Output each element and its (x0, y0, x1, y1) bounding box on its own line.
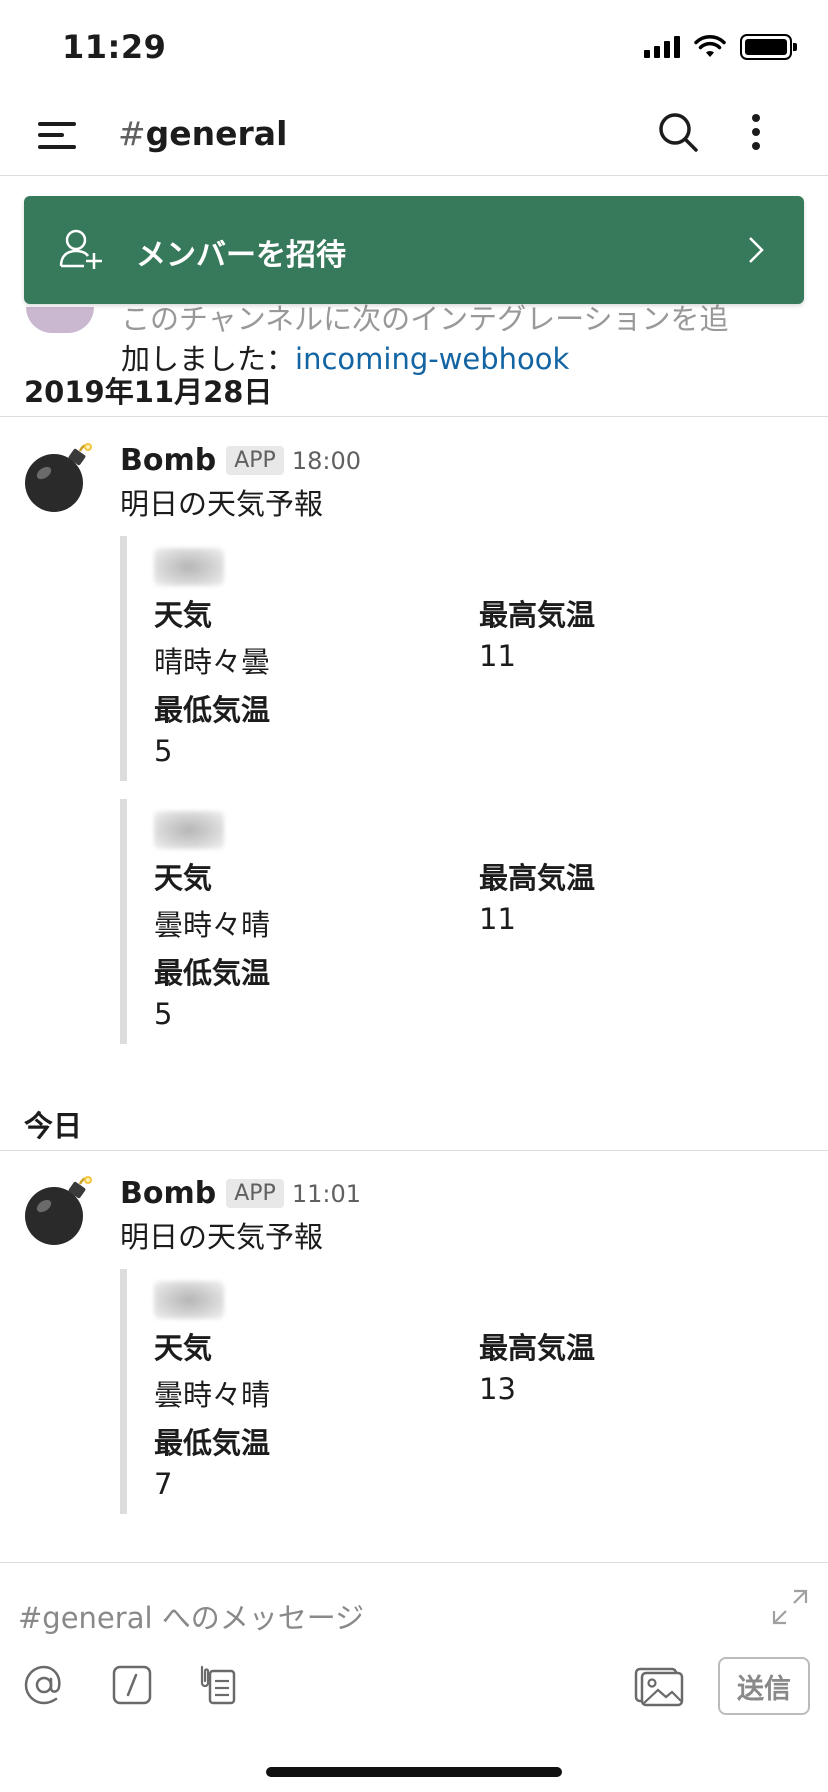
weather-attachment: 天気 最高気温 曇時々晴 11 最低気温 5 (120, 799, 800, 1044)
field-title: 最低気温 (154, 693, 271, 727)
message-time: 18:00 (291, 446, 361, 475)
app-badge: APP (226, 1179, 284, 1208)
slash-command-icon[interactable] (110, 1663, 154, 1707)
field-title: 最低気温 (154, 956, 271, 990)
message: Bomb APP 18:00 明日の天気予報 天気 最高気温 晴時々曇 11 最… (0, 441, 828, 1044)
weather-attachment: 天気 最高気温 晴時々曇 11 最低気温 5 (120, 536, 800, 781)
date-divider: 2019年11月28日 (0, 369, 828, 417)
photo-icon[interactable] (634, 1663, 684, 1707)
avatar (26, 307, 94, 333)
field-title: 最低気温 (154, 1426, 271, 1460)
field-title: 天気 (154, 861, 213, 895)
search-icon[interactable] (656, 110, 700, 154)
date-divider: 今日 (0, 1103, 828, 1151)
field-value: 5 (154, 997, 173, 1031)
message-input[interactable]: #general へのメッセージ (18, 1595, 364, 1637)
field-title: 最高気温 (479, 861, 596, 895)
integration-text: このチャンネルに次のインテグレーションを追 加しました：incoming-web… (121, 299, 821, 379)
field-value: 曇時々晴 (154, 1378, 271, 1412)
field-title: 天気 (154, 1331, 213, 1365)
wifi-icon (694, 35, 726, 57)
message-composer: #general へのメッセージ 送信 (0, 1562, 828, 1792)
message-feed[interactable]: メンバーを招待 このチャンネルに次のインテグレーションを追 加しました：inco… (0, 177, 828, 1562)
signal-icon (644, 36, 680, 58)
status-icons (644, 34, 797, 60)
message-text: 明日の天気予報 (120, 1220, 324, 1254)
message-header: Bomb APP 18:00 (120, 443, 361, 478)
date-label: 2019年11月28日 (24, 375, 273, 409)
attachment-thumbnail (154, 548, 224, 586)
message-text: 明日の天気予報 (120, 487, 324, 521)
sender-name[interactable]: Bomb (120, 1176, 216, 1211)
message-header: Bomb APP 11:01 (120, 1176, 361, 1211)
field-title: 最高気温 (479, 1331, 596, 1365)
chevron-right-icon (749, 237, 764, 263)
battery-icon (740, 34, 797, 60)
status-time: 11:29 (62, 28, 167, 66)
invite-members-banner[interactable]: メンバーを招待 (24, 196, 804, 304)
shortcut-icon[interactable] (196, 1663, 240, 1707)
message: Bomb APP 11:01 明日の天気予報 天気 最高気温 曇時々晴 13 最… (0, 1174, 828, 1562)
message-time: 11:01 (291, 1179, 361, 1208)
field-title: 最高気温 (479, 598, 596, 632)
app-badge: APP (226, 446, 284, 475)
attachment-thumbnail (154, 1281, 224, 1319)
add-user-icon (59, 229, 102, 269)
channel-title[interactable]: #general (118, 114, 287, 153)
home-indicator[interactable] (266, 1767, 562, 1777)
at-icon[interactable] (22, 1663, 66, 1707)
field-title: 天気 (154, 598, 213, 632)
field-value: 11 (479, 639, 516, 673)
menu-icon[interactable] (38, 118, 76, 152)
field-value: 曇時々晴 (154, 908, 271, 942)
field-value: 11 (479, 902, 516, 936)
bomb-icon (25, 1176, 92, 1245)
weather-attachment: 天気 最高気温 曇時々晴 13 最低気温 7 (120, 1269, 800, 1514)
channel-hash: # (118, 114, 146, 153)
channel-name: general (145, 114, 288, 153)
send-button[interactable]: 送信 (718, 1657, 810, 1715)
integration-text-line1: このチャンネルに次のインテグレーションを追 (121, 302, 729, 336)
status-bar: 11:29 (0, 0, 828, 100)
field-value: 5 (154, 734, 173, 768)
attachment-thumbnail (154, 811, 224, 849)
bomb-icon (25, 443, 92, 512)
field-value: 13 (479, 1372, 516, 1406)
expand-icon[interactable] (770, 1587, 810, 1627)
field-value: 7 (154, 1467, 173, 1501)
more-icon[interactable] (744, 112, 768, 152)
date-label: 今日 (24, 1109, 83, 1143)
channel-header: #general (0, 100, 828, 176)
invite-label: メンバーを招待 (136, 238, 346, 273)
field-value: 晴時々曇 (154, 645, 271, 679)
sender-name[interactable]: Bomb (120, 443, 216, 478)
